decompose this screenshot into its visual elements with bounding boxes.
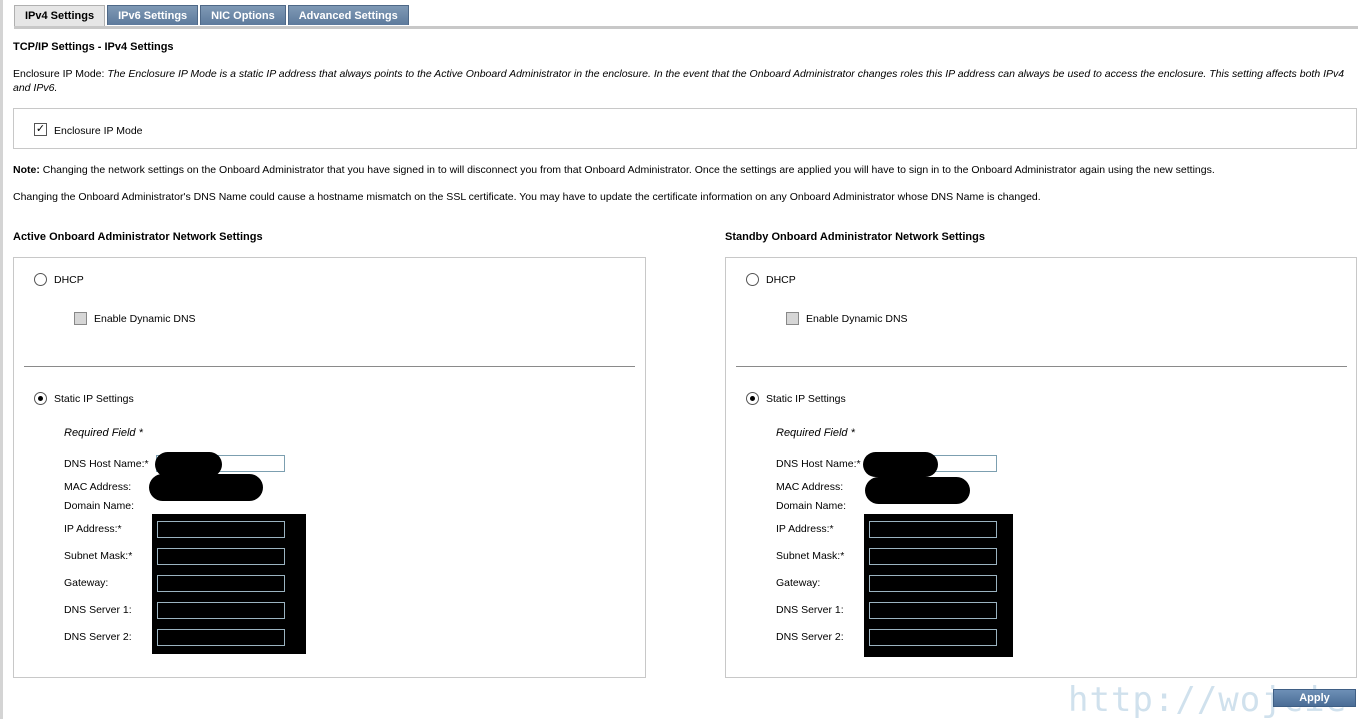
tab-nic-options[interactable]: NIC Options — [200, 5, 286, 25]
standby-gateway-label: Gateway: — [776, 577, 821, 589]
standby-subnet-input[interactable] — [869, 548, 997, 565]
note-text: Note: Changing the network settings on t… — [13, 163, 1353, 177]
standby-dhcp-radio[interactable] — [746, 273, 759, 286]
standby-dns1-label: DNS Server 1: — [776, 604, 844, 616]
enclosure-mode-box: ✓ Enclosure IP Mode — [13, 108, 1357, 149]
apply-button[interactable]: Apply — [1273, 689, 1356, 707]
active-ip-input[interactable] — [157, 521, 285, 538]
standby-section-title: Standby Onboard Administrator Network Se… — [725, 231, 985, 243]
active-dynamic-dns-label: Enable Dynamic DNS — [94, 313, 196, 325]
dns-warning: Changing the Onboard Administrator's DNS… — [13, 191, 1041, 203]
tab-ipv6-settings[interactable]: IPv6 Settings — [107, 5, 199, 25]
redaction-mark — [863, 452, 938, 477]
active-dns1-input[interactable] — [157, 602, 285, 619]
active-dns1-label: DNS Server 1: — [64, 604, 132, 616]
standby-domain-label: Domain Name: — [776, 500, 847, 512]
active-subnet-label: Subnet Mask:* — [64, 550, 133, 562]
standby-dns-host-label: DNS Host Name:* — [776, 458, 861, 470]
active-divider — [24, 366, 635, 367]
active-subnet-input[interactable] — [157, 548, 285, 565]
standby-dynamic-dns-checkbox[interactable] — [786, 312, 799, 325]
page-title: TCP/IP Settings - IPv4 Settings — [13, 41, 174, 53]
active-dhcp-label: DHCP — [54, 274, 84, 286]
active-dns2-label: DNS Server 2: — [64, 631, 132, 643]
standby-dns2-label: DNS Server 2: — [776, 631, 844, 643]
enclosure-mode-prefix: Enclosure IP Mode: — [13, 68, 108, 80]
standby-dns2-input[interactable] — [869, 629, 997, 646]
standby-mac-label: MAC Address: — [776, 481, 844, 493]
standby-settings-panel: DHCP Enable Dynamic DNS Static IP Settin… — [725, 257, 1357, 678]
tab-advanced-settings[interactable]: Advanced Settings — [287, 5, 409, 25]
active-dns-host-label: DNS Host Name:* — [64, 458, 149, 470]
standby-divider — [736, 366, 1347, 367]
active-section-title: Active Onboard Administrator Network Set… — [13, 231, 263, 243]
standby-ip-label: IP Address:* — [776, 523, 834, 535]
redaction-mark — [149, 474, 263, 501]
tab-underline — [14, 26, 1358, 29]
note-body: Changing the network settings on the Onb… — [39, 164, 1215, 176]
standby-ip-input[interactable] — [869, 521, 997, 538]
enclosure-mode-text: The Enclosure IP Mode is a static IP add… — [13, 68, 1345, 94]
active-static-ip-label: Static IP Settings — [54, 393, 134, 405]
standby-static-ip-label: Static IP Settings — [766, 393, 846, 405]
active-ip-label: IP Address:* — [64, 523, 122, 535]
standby-required-note: Required Field * — [776, 427, 855, 439]
active-settings-panel: DHCP Enable Dynamic DNS Static IP Settin… — [13, 257, 646, 678]
standby-subnet-label: Subnet Mask:* — [776, 550, 845, 562]
standby-dynamic-dns-label: Enable Dynamic DNS — [806, 313, 908, 325]
active-dynamic-dns-checkbox[interactable] — [74, 312, 87, 325]
standby-static-ip-radio[interactable] — [746, 392, 759, 405]
active-domain-label: Domain Name: — [64, 500, 135, 512]
standby-gateway-input[interactable] — [869, 575, 997, 592]
enclosure-description: Enclosure IP Mode: The Enclosure IP Mode… — [13, 67, 1353, 95]
left-border — [0, 0, 3, 719]
active-static-ip-radio[interactable] — [34, 392, 47, 405]
active-gateway-label: Gateway: — [64, 577, 109, 589]
active-dhcp-radio[interactable] — [34, 273, 47, 286]
tab-ipv4-settings[interactable]: IPv4 Settings — [14, 5, 106, 27]
active-gateway-input[interactable] — [157, 575, 285, 592]
active-required-note: Required Field * — [64, 427, 143, 439]
active-mac-label: MAC Address: — [64, 481, 132, 493]
note-label: Note: — [13, 164, 40, 176]
standby-dhcp-label: DHCP — [766, 274, 796, 286]
active-dns2-input[interactable] — [157, 629, 285, 646]
enclosure-ip-mode-label: Enclosure IP Mode — [54, 125, 143, 137]
enclosure-ip-mode-checkbox[interactable]: ✓ — [34, 123, 47, 136]
tab-bar: IPv4 Settings IPv6 Settings NIC Options … — [14, 5, 411, 27]
standby-dns1-input[interactable] — [869, 602, 997, 619]
redaction-mark — [865, 477, 970, 504]
